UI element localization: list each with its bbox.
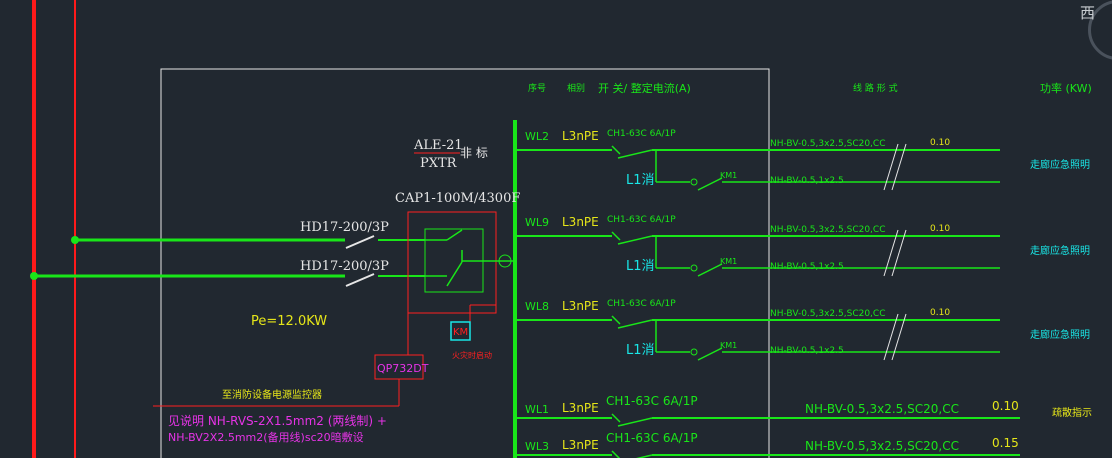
km1-label: KM1 xyxy=(720,341,737,350)
circuit-phase: L3nPE xyxy=(562,299,599,313)
km1-label: KM1 xyxy=(720,257,737,266)
breaker-blade xyxy=(617,149,653,159)
line-spec-1: NH-BV-0.5,3x2.5,SC20,CC xyxy=(805,402,959,416)
header-seq: 序号 xyxy=(528,82,546,94)
extra-circuit-group: WL1 L3nPE CH1-63C 6A/1P NH-BV-0.5,3x2.5,SC2… xyxy=(515,394,1092,458)
breaker-mark xyxy=(611,450,621,458)
breaker-mark xyxy=(611,413,621,423)
ats-blade-1 xyxy=(446,229,463,241)
line-spec-1: NH-BV-0.5,3x2.5,SC20,CC xyxy=(770,139,885,149)
load-label: 走廊应急照明 xyxy=(1030,328,1090,341)
circuit-phase: L3nPE xyxy=(562,129,599,143)
load-label: 走廊应急照明 xyxy=(1030,158,1090,171)
power-value: 0.10 xyxy=(930,308,950,318)
circuit-id: WL9 xyxy=(525,216,549,229)
isolator-blade-1 xyxy=(345,235,375,249)
circuit-wl3: WL3 L3nPE CH1-63C 6A/1P NH-BV-0.5,3x2.5,SC2… xyxy=(515,431,1020,458)
contact-blade xyxy=(697,177,723,191)
power-value: 0.10 xyxy=(930,224,950,234)
header-switch: 开 关/ 整定电流(A) xyxy=(598,81,691,95)
header-power: 功率 (KW) xyxy=(1040,81,1092,95)
circuit-breaker: CH1-63C 6A/1P xyxy=(607,215,676,225)
cap-label: CAP1-100M/4300F xyxy=(395,191,520,206)
pxtr-label: PXTR xyxy=(420,156,458,171)
line-spec-2: NH-BV-0.5,1x2.5 xyxy=(770,346,844,356)
pe-label: Pe=12.0KW xyxy=(251,314,327,329)
contact-blade xyxy=(697,347,723,361)
cable-label-2: NH-BV2X2.5mm2(备用线)sc20暗敷设 xyxy=(168,430,364,444)
line-spec-1: NH-BV-0.5,3x2.5,SC20,CC xyxy=(770,309,885,319)
circuit-phase: L3nPE xyxy=(562,401,599,415)
breaker-blade xyxy=(617,417,653,427)
circuit-wl1: WL1 L3nPE CH1-63C 6A/1P NH-BV-0.5,3x2.5,SC2… xyxy=(515,394,1092,427)
breaker-blade xyxy=(617,235,653,245)
load-label: 走廊应急照明 xyxy=(1030,244,1090,257)
circuit-wl9: WL9 L3nPE CH1-63C 6A/1P L1消 KM1 NH-BV-0.5,3x2… xyxy=(515,215,1090,277)
breaker-blade xyxy=(617,319,653,329)
power-value: 0.15 xyxy=(992,436,1019,450)
header-line-form: 线 路 形 式 xyxy=(853,82,898,94)
circuit-phase: L3nPE xyxy=(562,438,599,452)
circuit-id: WL3 xyxy=(525,440,549,453)
hd-label-1: HD17-200/3P xyxy=(300,220,389,235)
line-spec-1: NH-BV-0.5,3x2.5,SC20,CC xyxy=(770,225,885,235)
circuit-breaker: CH1-63C 6A/1P xyxy=(606,394,698,408)
load-label: 疏散指示 xyxy=(1052,406,1092,419)
isolator-blade-2 xyxy=(345,273,375,287)
l1-label: L1消 xyxy=(626,343,655,358)
km-note: 火灾时启动 xyxy=(452,350,492,360)
monitor-label: 至消防设备电源监控器 xyxy=(222,388,322,401)
cable-label-1: 见说明 NH-RVS-2X1.5mm2 (两线制) + xyxy=(168,413,387,428)
contact-node xyxy=(690,264,698,272)
line-spec-2: NH-BV-0.5,1x2.5 xyxy=(770,176,844,186)
circuit-wl2: WL2 L3nPE CH1-63C 6A/1P L1消 KM1 NH-BV-0.5,3x2… xyxy=(515,129,1090,191)
cad-drawing-canvas[interactable]: ALE-21 非 标 PXTR CAP1-100M/4300F HD17-200… xyxy=(0,0,1112,458)
contact-blade xyxy=(697,263,723,277)
ale-code: ALE-21 xyxy=(413,138,463,153)
circuit-id: WL1 xyxy=(525,403,549,416)
line-spec-1: NH-BV-0.5,3x2.5,SC20,CC xyxy=(805,439,959,453)
circuit-id: WL8 xyxy=(525,300,549,313)
circuit-wl8: WL8 L3nPE CH1-63C 6A/1P L1消 KM1 NH-BV-0.5,3x2… xyxy=(515,299,1090,361)
breaker-mark xyxy=(611,231,621,241)
line-spec-2: NH-BV-0.5,1x2.5 xyxy=(770,262,844,272)
l1-label: L1消 xyxy=(626,173,655,188)
circuit-id: WL2 xyxy=(525,130,549,143)
contact-node xyxy=(690,178,698,186)
hd-label-2: HD17-200/3P xyxy=(300,259,389,274)
circuit-breaker: CH1-63C 6A/1P xyxy=(606,431,698,445)
l1-label: L1消 xyxy=(626,259,655,274)
breaker-mark xyxy=(611,145,621,155)
power-value: 0.10 xyxy=(930,138,950,148)
km-label: KM xyxy=(453,327,468,338)
power-value: 0.10 xyxy=(992,399,1019,413)
circuit-group: WL2 L3nPE CH1-63C 6A/1P L1消 KM1 NH-BV-0.5,3x2… xyxy=(515,129,1090,361)
ale-suffix: 非 标 xyxy=(460,146,488,160)
circuit-breaker: CH1-63C 6A/1P xyxy=(607,299,676,309)
circuit-breaker: CH1-63C 6A/1P xyxy=(607,129,676,139)
breaker-mark xyxy=(611,315,621,325)
ats-blade-2 xyxy=(446,261,463,287)
contact-node xyxy=(690,348,698,356)
circuit-phase: L3nPE xyxy=(562,215,599,229)
header-phase: 相别 xyxy=(567,82,585,94)
km1-label: KM1 xyxy=(720,171,737,180)
qp-label: QP732DT xyxy=(377,362,429,375)
